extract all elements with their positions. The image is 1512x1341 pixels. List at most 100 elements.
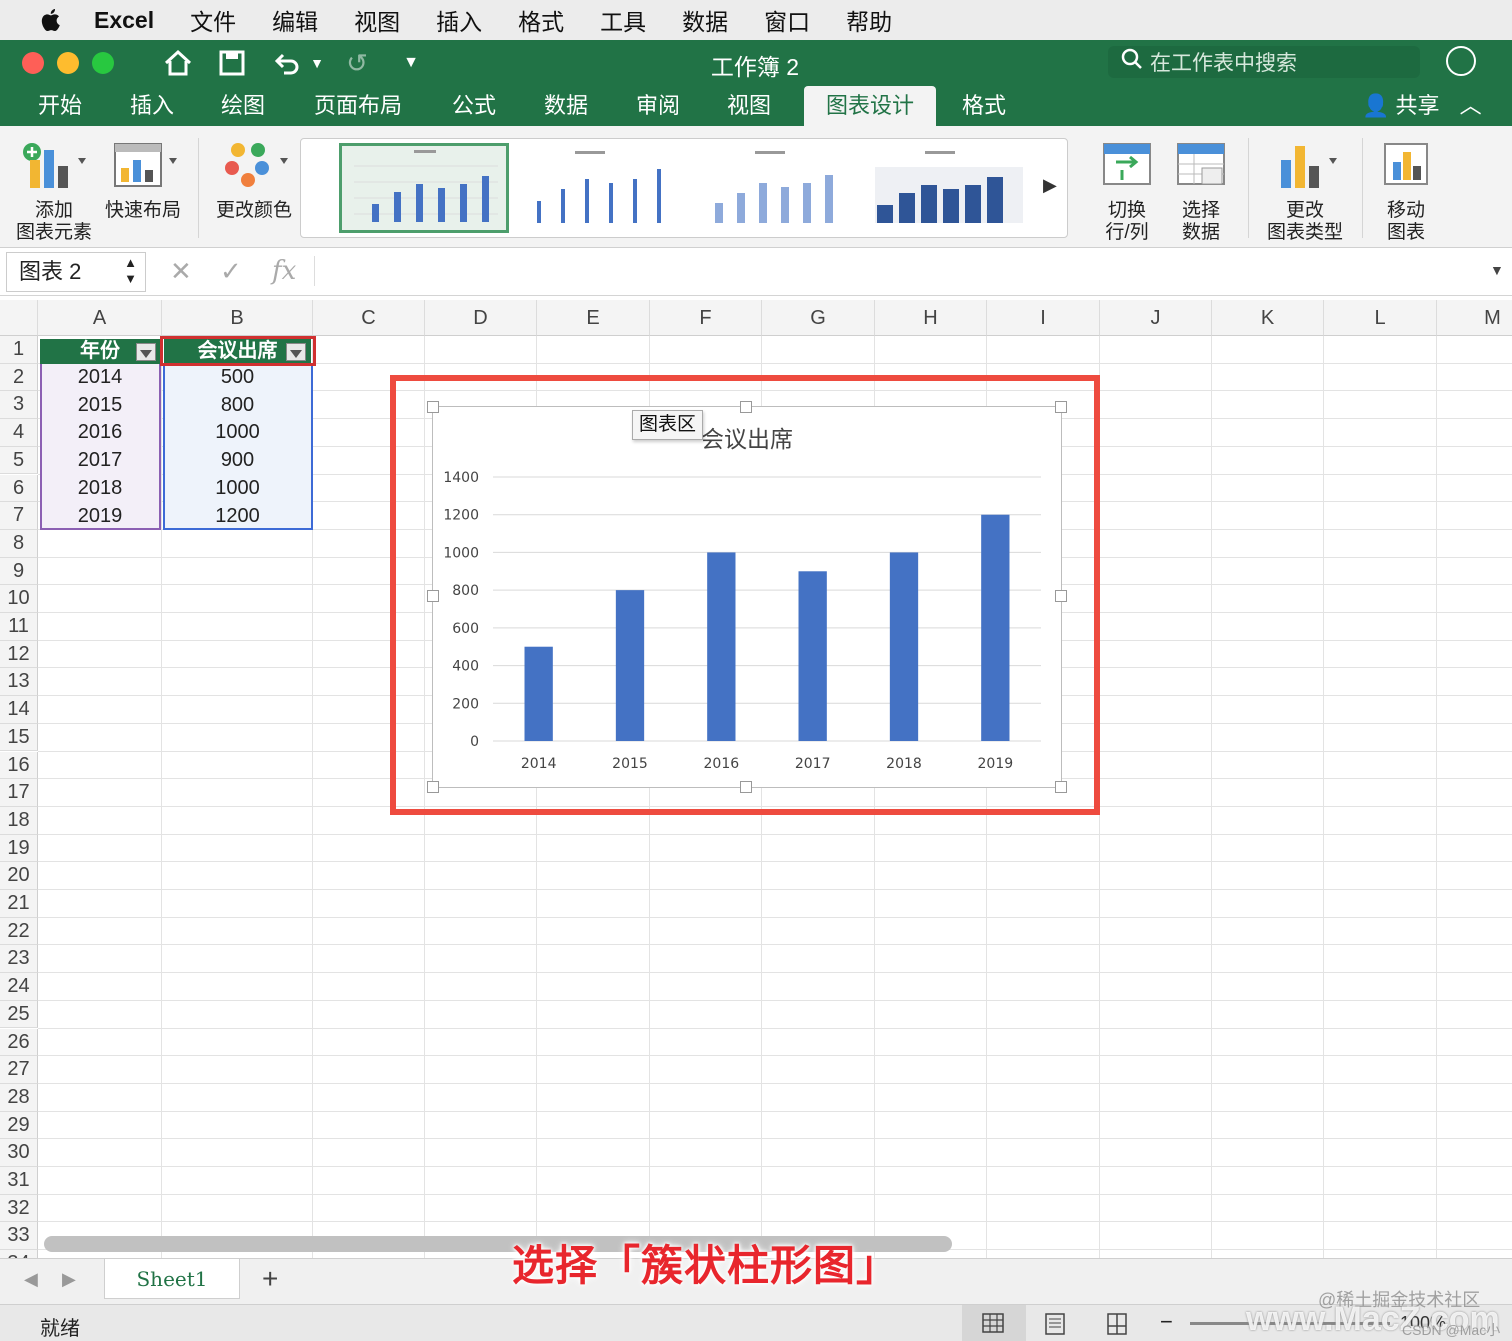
row-header-15[interactable]: 15 (0, 723, 38, 752)
feedback-smiley-icon[interactable] (1446, 46, 1476, 76)
row-header-20[interactable]: 20 (0, 862, 38, 890)
change-chart-type-button[interactable]: 更改 图表类型 (1260, 140, 1350, 244)
row-header-8[interactable]: 8 (0, 529, 38, 558)
row-header-31[interactable]: 31 (0, 1167, 38, 1195)
row-header-25[interactable]: 25 (0, 1000, 38, 1029)
table-cell-year[interactable]: 2019 (40, 503, 160, 530)
gallery-next-arrow-icon[interactable]: ▶ (1043, 175, 1057, 196)
name-box[interactable]: 图表 2 ▲ ▼ (6, 252, 146, 292)
row-header-14[interactable]: 14 (0, 696, 38, 724)
table-cell-year[interactable]: 2014 (40, 364, 160, 391)
row-header-18[interactable]: 18 (0, 806, 38, 835)
customize-toolbar-icon[interactable]: ▼ (394, 46, 428, 80)
tab-format[interactable]: 格式 (948, 86, 1020, 126)
insert-function-icon[interactable]: fx (272, 256, 296, 286)
resize-handle-n[interactable] (740, 401, 752, 413)
tab-view[interactable]: 视图 (713, 86, 785, 126)
add-sheet-button[interactable]: + (262, 1263, 278, 1295)
formula-input[interactable] (320, 252, 1480, 292)
next-sheet-arrow-icon[interactable]: ▶ (62, 1269, 76, 1290)
tab-page-layout[interactable]: 页面布局 (302, 86, 414, 126)
menu-file[interactable]: 文件 (190, 3, 236, 37)
row-header-6[interactable]: 6 (0, 474, 38, 503)
cancel-formula-icon[interactable]: ✕ (170, 256, 192, 287)
row-header-28[interactable]: 28 (0, 1083, 38, 1112)
select-data-button[interactable]: 选择 数据 (1168, 140, 1234, 244)
normal-view-button[interactable] (962, 1305, 1026, 1341)
chart-style-4-thumb[interactable] (867, 143, 1037, 233)
row-header-7[interactable]: 7 (0, 502, 38, 530)
resize-handle-sw[interactable] (427, 781, 439, 793)
table-cell-attendance[interactable]: 900 (164, 447, 311, 474)
menu-edit[interactable]: 编辑 (272, 3, 318, 37)
resize-handle-w[interactable] (427, 590, 439, 602)
row-header-3[interactable]: 3 (0, 391, 38, 420)
row-header-24[interactable]: 24 (0, 973, 38, 1001)
row-header-9[interactable]: 9 (0, 557, 38, 586)
row-header-5[interactable]: 5 (0, 446, 38, 475)
select-all-corner[interactable] (0, 300, 38, 336)
menu-app-excel[interactable]: Excel (94, 7, 154, 34)
change-colors-button[interactable]: 更改颜色 (214, 140, 294, 222)
quick-layout-button[interactable]: 快速布局 (104, 140, 182, 222)
row-header-16[interactable]: 16 (0, 751, 38, 780)
row-header-13[interactable]: 13 (0, 668, 38, 697)
tab-data[interactable]: 数据 (530, 86, 602, 126)
row-header-23[interactable]: 23 (0, 945, 38, 974)
table-header-year[interactable]: 年份 (40, 339, 160, 364)
close-window-button[interactable] (22, 52, 44, 74)
save-icon[interactable] (215, 46, 249, 80)
row-header-27[interactable]: 27 (0, 1056, 38, 1084)
column-header-l[interactable]: L (1324, 300, 1437, 336)
page-layout-view-icon[interactable] (1044, 1313, 1066, 1341)
filter-dropdown-icon[interactable] (136, 343, 156, 361)
tab-home[interactable]: 开始 (24, 86, 96, 126)
row-header-22[interactable]: 22 (0, 917, 38, 946)
tab-formulas[interactable]: 公式 (438, 86, 510, 126)
column-header-i[interactable]: I (987, 300, 1100, 336)
move-chart-button[interactable]: 移动 图表 (1374, 140, 1438, 244)
undo-dropdown-icon[interactable]: ▼ (300, 46, 334, 80)
prev-sheet-arrow-icon[interactable]: ◀ (24, 1269, 38, 1290)
tab-draw[interactable]: 绘图 (207, 86, 279, 126)
table-cell-attendance[interactable]: 500 (164, 364, 311, 391)
table-cell-attendance[interactable]: 800 (164, 392, 311, 419)
table-cell-attendance[interactable]: 1000 (164, 419, 311, 446)
resize-handle-ne[interactable] (1055, 401, 1067, 413)
switch-row-column-button[interactable]: 切换 行/列 (1094, 140, 1160, 244)
menu-view[interactable]: 视图 (354, 3, 400, 37)
column-header-g[interactable]: G (762, 300, 875, 336)
page-break-view-icon[interactable] (1106, 1313, 1128, 1341)
row-header-29[interactable]: 29 (0, 1111, 38, 1140)
name-box-stepper-icon[interactable]: ▲ ▼ (124, 255, 137, 287)
resize-handle-nw[interactable] (427, 401, 439, 413)
share-button[interactable]: 👤 共享 ︿ (1362, 86, 1482, 126)
resize-handle-se[interactable] (1055, 781, 1067, 793)
table-cell-year[interactable]: 2015 (40, 392, 160, 419)
row-header-30[interactable]: 30 (0, 1139, 38, 1167)
table-cell-attendance[interactable]: 1000 (164, 475, 311, 502)
column-header-e[interactable]: E (537, 300, 650, 336)
row-header-4[interactable]: 4 (0, 419, 38, 447)
column-header-d[interactable]: D (425, 300, 537, 336)
row-header-11[interactable]: 11 (0, 613, 38, 641)
column-header-k[interactable]: K (1212, 300, 1324, 336)
row-header-33[interactable]: 33 (0, 1222, 38, 1251)
column-header-m[interactable]: M (1437, 300, 1512, 336)
chart-style-2-thumb[interactable] (515, 143, 685, 233)
resize-handle-e[interactable] (1055, 590, 1067, 602)
zoom-window-button[interactable] (92, 52, 114, 74)
table-cell-year[interactable]: 2016 (40, 419, 160, 446)
table-cell-attendance[interactable]: 1200 (164, 503, 311, 530)
row-header-21[interactable]: 21 (0, 890, 38, 918)
expand-formula-bar-icon[interactable]: ▼ (1490, 262, 1504, 278)
column-header-f[interactable]: F (650, 300, 762, 336)
add-chart-element-button[interactable]: 添加 图表元素 (14, 140, 94, 244)
column-header-b[interactable]: B (162, 300, 313, 336)
row-header-32[interactable]: 32 (0, 1194, 38, 1223)
menu-data[interactable]: 数据 (682, 3, 728, 37)
column-header-j[interactable]: J (1100, 300, 1212, 336)
row-header-17[interactable]: 17 (0, 779, 38, 807)
redo-icon[interactable]: ↺ (340, 46, 374, 80)
table-cell-year[interactable]: 2018 (40, 475, 160, 502)
